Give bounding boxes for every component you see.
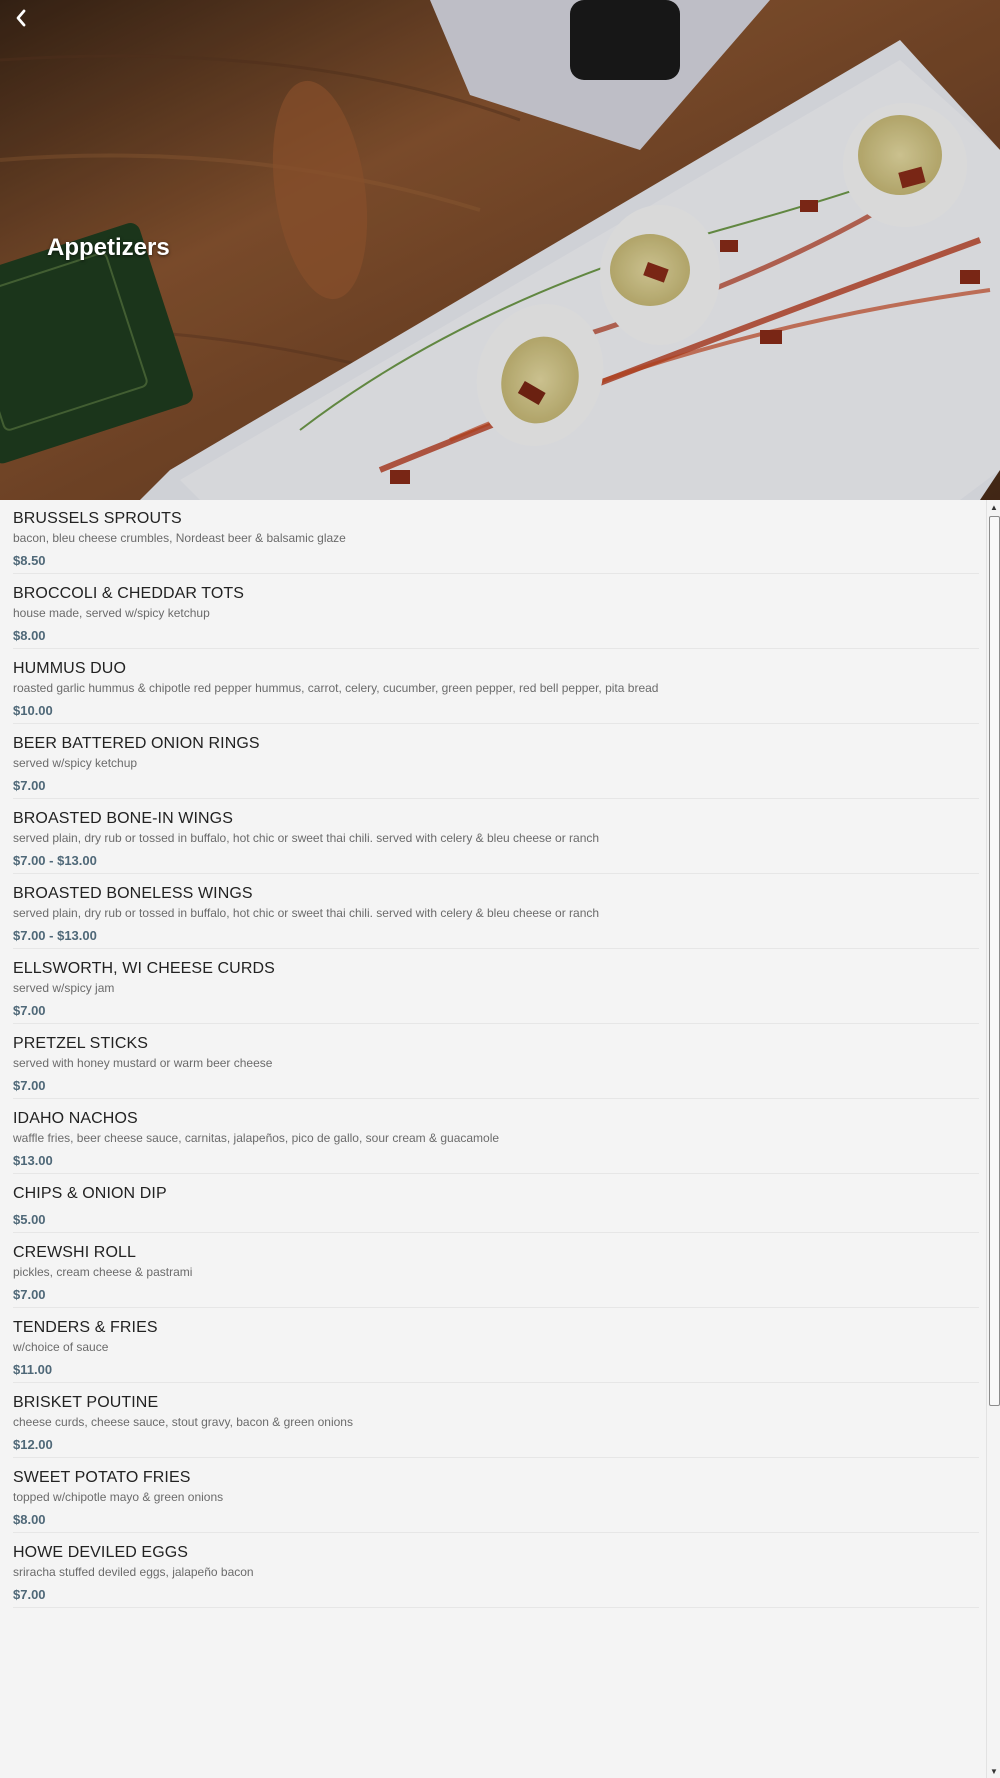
item-price: $12.00: [13, 1437, 53, 1452]
list-item[interactable]: BROASTED BONE-IN WINGS served plain, dry …: [13, 800, 979, 874]
header-image: Appetizers: [0, 0, 1000, 500]
page-title: Appetizers: [47, 234, 170, 261]
item-description: pickles, cream cheese & pastrami: [13, 1265, 193, 1279]
item-price: $8.00: [13, 628, 46, 643]
item-price: $7.00 - $13.00: [13, 928, 97, 943]
item-price: $7.00: [13, 1078, 46, 1093]
list-item[interactable]: SWEET POTATO FRIES topped w/chipotle mayo…: [13, 1459, 979, 1533]
item-description: served with honey mustard or warm beer c…: [13, 1056, 273, 1070]
item-price: $7.00: [13, 1003, 46, 1018]
item-name: BEER BATTERED ONION RINGS: [13, 735, 260, 752]
item-name: BRISKET POUTINE: [13, 1394, 159, 1411]
item-description: bacon, bleu cheese crumbles, Nordeast be…: [13, 531, 346, 545]
list-item[interactable]: BRISKET POUTINE cheese curds, cheese sauc…: [13, 1384, 979, 1458]
item-description: w/choice of sauce: [13, 1340, 109, 1354]
item-price: $11.00: [13, 1362, 53, 1377]
item-description: served w/spicy ketchup: [13, 756, 138, 770]
item-description: waffle fries, beer cheese sauce, carnita…: [13, 1131, 500, 1145]
item-name: HOWE DEVILED EGGS: [13, 1544, 189, 1561]
list-item[interactable]: PRETZEL STICKS served with honey mustard …: [13, 1025, 979, 1099]
list-item[interactable]: ELLSWORTH, WI CHEESE CURDS served w/spicy…: [13, 950, 979, 1024]
item-name: TENDERS & FRIES: [13, 1319, 158, 1336]
item-name: PRETZEL STICKS: [13, 1035, 149, 1052]
list-item[interactable]: CREWSHI ROLL pickles, cream cheese & past…: [13, 1234, 979, 1308]
menu-list-container[interactable]: BRUSSELS SPROUTS bacon, bleu cheese crumb…: [0, 500, 983, 1778]
item-name: CREWSHI ROLL: [13, 1244, 136, 1261]
list-item[interactable]: BRUSSELS SPROUTS bacon, bleu cheese crumb…: [13, 500, 979, 574]
list-item[interactable]: BEER BATTERED ONION RINGS served w/spicy …: [13, 725, 979, 799]
back-button[interactable]: [14, 8, 48, 42]
list-item[interactable]: BROASTED BONELESS WINGS served plain, dry…: [13, 875, 979, 949]
item-description: cheese curds, cheese sauce, stout gravy,…: [13, 1415, 353, 1429]
item-price: $7.00: [13, 1587, 46, 1602]
item-price: $8.00: [13, 1512, 46, 1527]
item-name: IDAHO NACHOS: [13, 1110, 138, 1127]
item-name: ELLSWORTH, WI CHEESE CURDS: [13, 960, 275, 977]
item-description: roasted garlic hummus & chipotle red pep…: [13, 681, 659, 695]
scrollbar[interactable]: ▲ ▼: [986, 500, 1000, 1778]
item-name: BRUSSELS SPROUTS: [13, 510, 182, 527]
item-price: $7.00: [13, 1287, 46, 1302]
item-description: served plain, dry rub or tossed in buffa…: [13, 831, 600, 845]
scroll-down-arrow-icon[interactable]: ▼: [987, 1764, 1000, 1778]
list-item[interactable]: CHIPS & ONION DIP $5.00: [13, 1175, 979, 1233]
list-item[interactable]: HUMMUS DUO roasted garlic hummus & chipot…: [13, 650, 979, 724]
item-description: sriracha stuffed deviled eggs, jalapeño …: [13, 1565, 254, 1579]
list-item[interactable]: HOWE DEVILED EGGS sriracha stuffed devile…: [13, 1534, 979, 1608]
item-price: $10.00: [13, 703, 53, 718]
list-item[interactable]: IDAHO NACHOS waffle fries, beer cheese sa…: [13, 1100, 979, 1174]
item-description: served plain, dry rub or tossed in buffa…: [13, 906, 600, 920]
item-name: SWEET POTATO FRIES: [13, 1469, 191, 1486]
item-price: $7.00 - $13.00: [13, 853, 97, 868]
scrollbar-thumb[interactable]: [989, 516, 1000, 1406]
item-name: BROASTED BONELESS WINGS: [13, 885, 253, 902]
item-name: BROASTED BONE-IN WINGS: [13, 810, 233, 827]
menu-list: BRUSSELS SPROUTS bacon, bleu cheese crumb…: [13, 500, 979, 1609]
item-description: topped w/chipotle mayo & green onions: [13, 1490, 224, 1504]
scroll-up-arrow-icon[interactable]: ▲: [987, 500, 1000, 514]
item-description: served w/spicy jam: [13, 981, 115, 995]
item-description: house made, served w/spicy ketchup: [13, 606, 210, 620]
list-item[interactable]: BROCCOLI & CHEDDAR TOTS house made, serve…: [13, 575, 979, 649]
item-price: $13.00: [13, 1153, 53, 1168]
item-name: HUMMUS DUO: [13, 660, 126, 677]
list-item[interactable]: TENDERS & FRIES w/choice of sauce $11.00: [13, 1309, 979, 1383]
item-price: $7.00: [13, 778, 46, 793]
item-name: BROCCOLI & CHEDDAR TOTS: [13, 585, 245, 602]
item-price: $8.50: [13, 553, 46, 568]
item-name: CHIPS & ONION DIP: [13, 1185, 167, 1202]
item-price: $5.00: [13, 1212, 46, 1227]
